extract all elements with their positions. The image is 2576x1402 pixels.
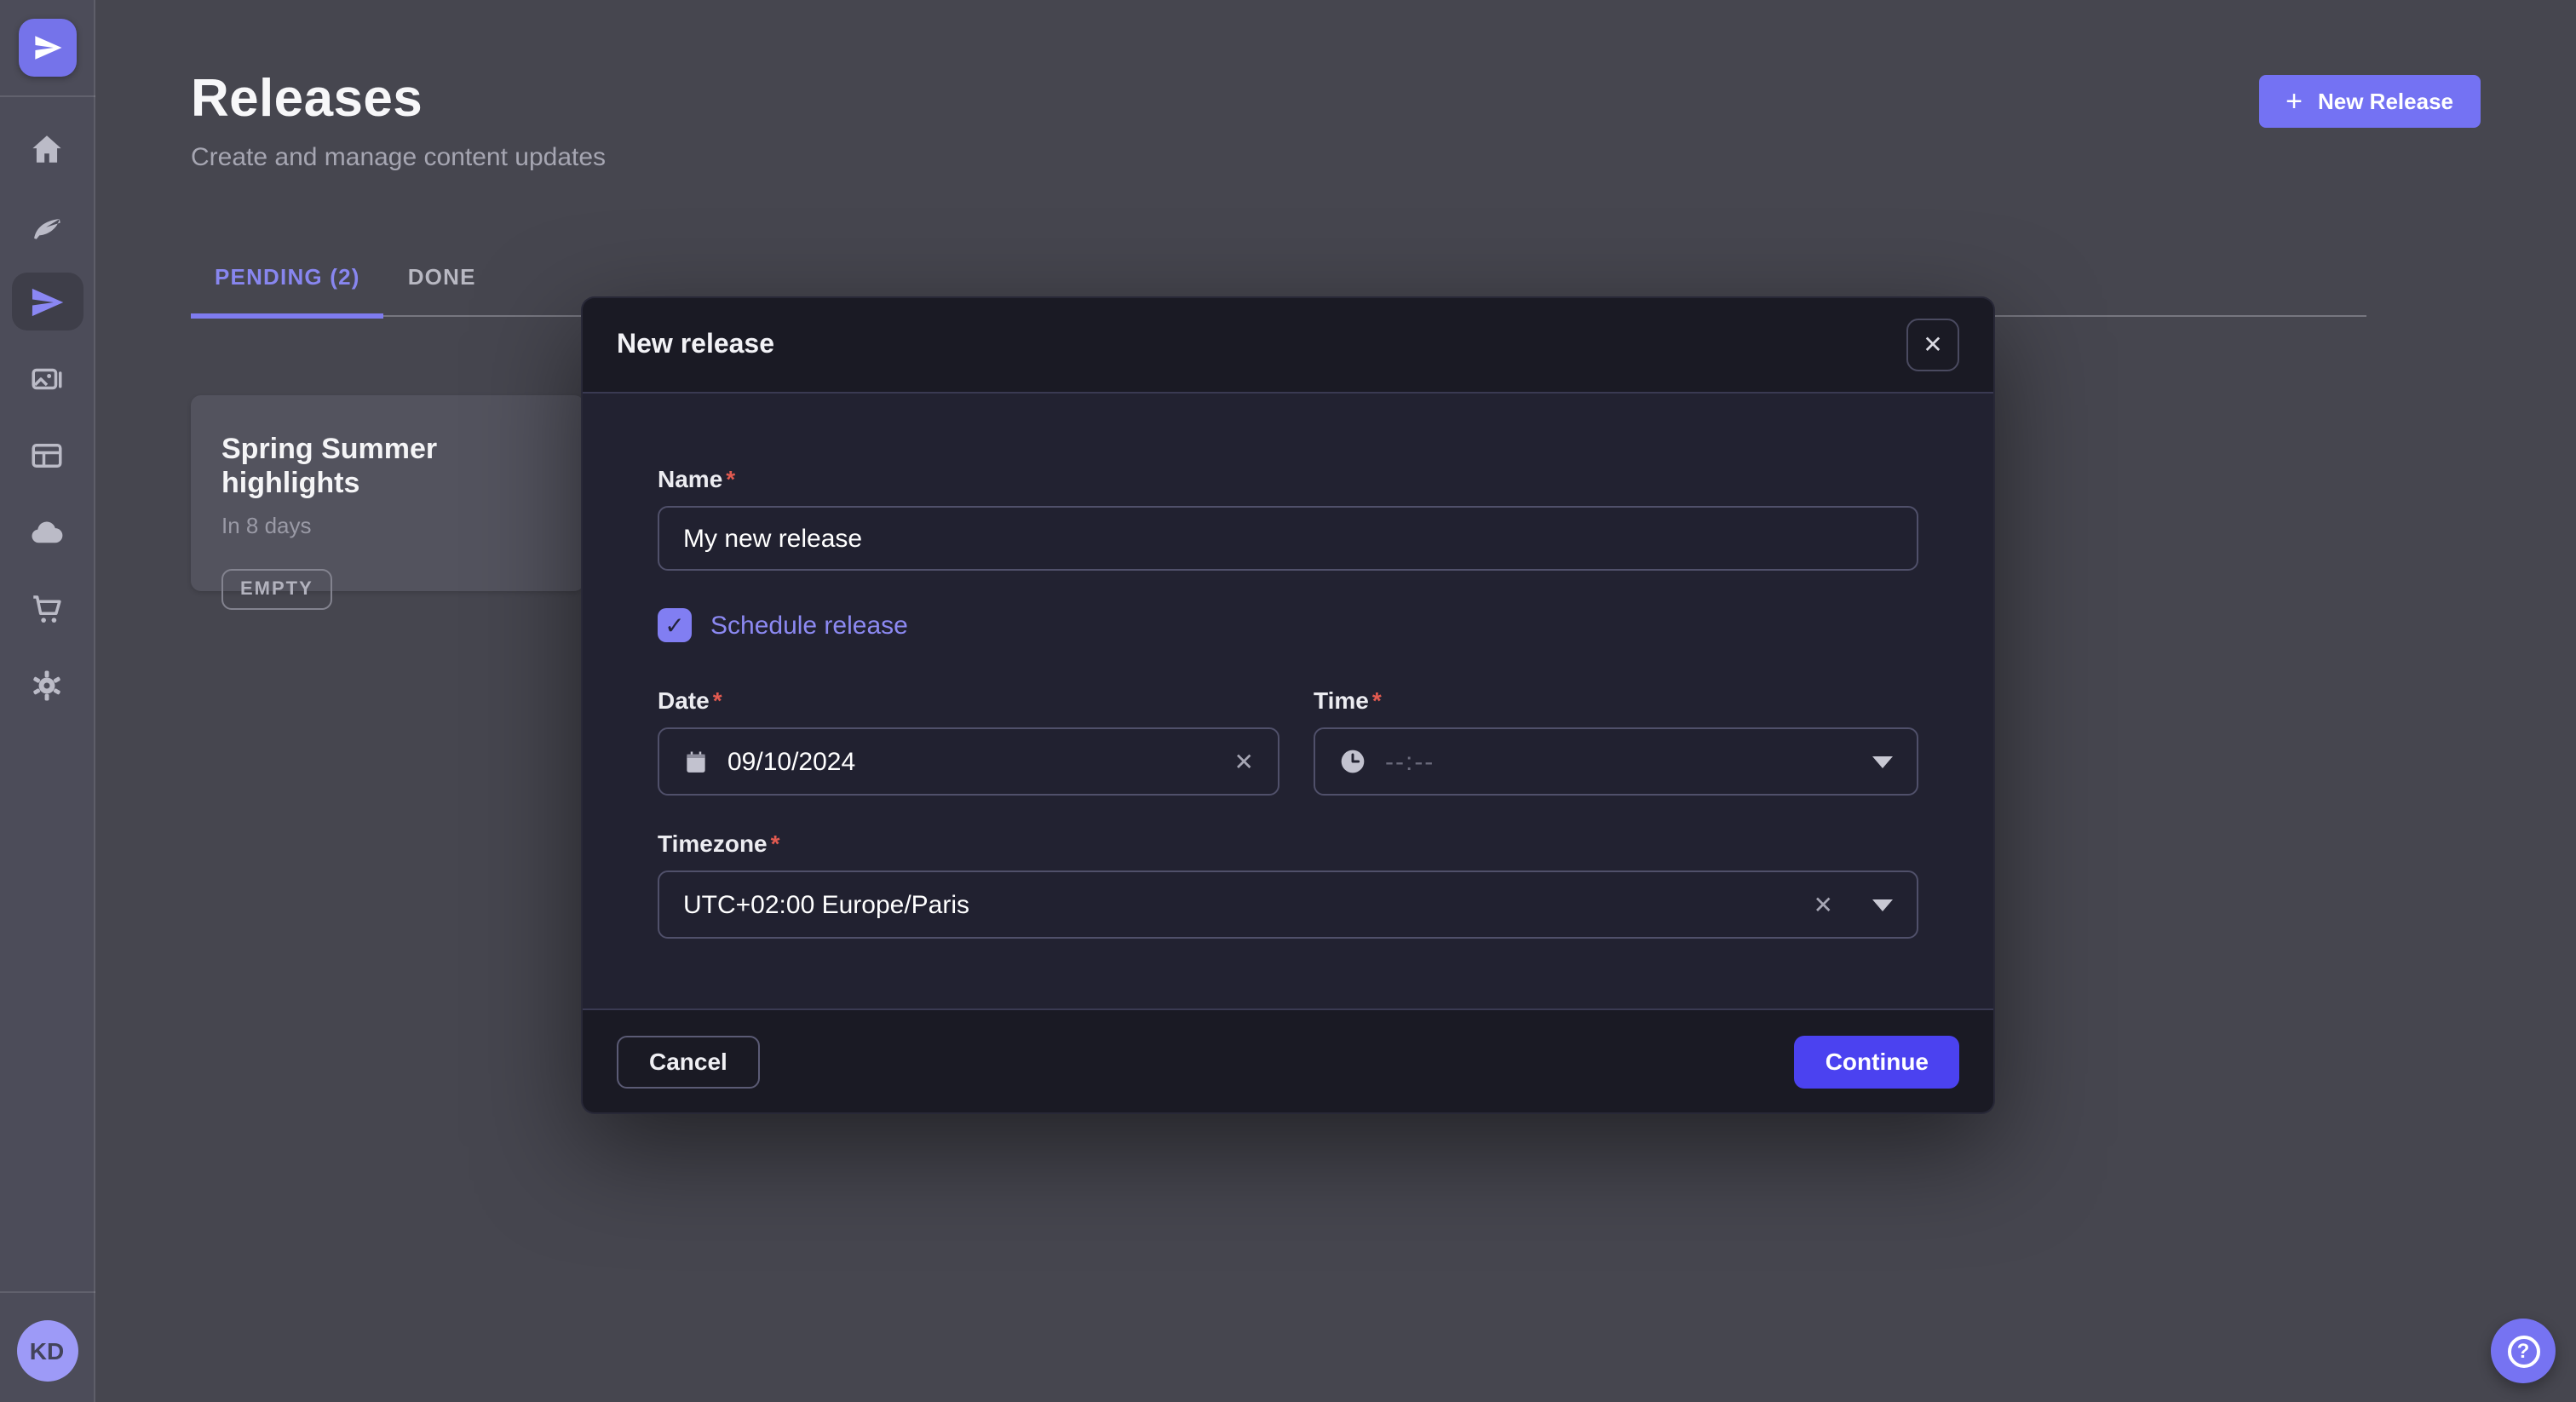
required-mark: * [713, 687, 722, 714]
cloud-icon [29, 514, 65, 549]
chevron-down-icon[interactable] [1872, 756, 1893, 767]
release-card-title: Spring Summer highlights [221, 433, 554, 501]
schedule-checkbox[interactable]: ✓ [658, 608, 692, 642]
page-title: Releases [191, 68, 423, 129]
sidebar-nav [0, 119, 94, 733]
sidebar-item-settings[interactable] [11, 656, 83, 714]
calendar-icon [683, 749, 709, 774]
close-icon: ✕ [1923, 330, 1942, 359]
user-avatar[interactable]: KD [16, 1320, 78, 1382]
sidebar-item-media[interactable] [11, 349, 83, 407]
date-time-row: Date* 09/10/2024 ✕ Time* [658, 687, 1918, 796]
gear-icon [29, 667, 65, 703]
sidebar: KD [0, 0, 95, 1402]
modal-header: New release ✕ [583, 298, 1993, 394]
tab-done[interactable]: DONE [384, 264, 500, 319]
date-picker-field[interactable]: 09/10/2024 ✕ [658, 727, 1279, 796]
tab-pending[interactable]: PENDING (2) [191, 264, 384, 319]
app-window: KD Releases Create and manage content up… [0, 0, 2576, 1402]
release-card[interactable]: Spring Summer highlights In 8 days EMPTY [191, 395, 584, 591]
images-icon [29, 360, 65, 396]
sidebar-item-home[interactable] [11, 119, 83, 177]
name-input[interactable] [658, 506, 1918, 571]
required-mark: * [771, 830, 780, 857]
sidebar-bottom: KD [0, 1291, 94, 1402]
sidebar-item-shop[interactable] [11, 579, 83, 637]
date-label-text: Date [658, 687, 710, 714]
timezone-value: UTC+02:00 Europe/Paris [683, 890, 969, 919]
chevron-down-icon[interactable] [1872, 899, 1893, 911]
continue-button[interactable]: Continue [1795, 1035, 1959, 1088]
send-icon [29, 284, 65, 319]
page-subtitle: Create and manage content updates [191, 143, 606, 172]
clear-timezone-icon[interactable]: ✕ [1814, 893, 1833, 916]
new-release-button[interactable]: + New Release [2258, 75, 2481, 128]
layout-icon [29, 437, 65, 473]
schedule-checkbox-label: Schedule release [710, 611, 908, 640]
date-value: 09/10/2024 [727, 747, 855, 776]
sidebar-item-content[interactable] [11, 196, 83, 254]
name-label: Name* [658, 465, 1918, 492]
app-logo[interactable] [18, 19, 76, 77]
sidebar-item-pages[interactable] [11, 426, 83, 484]
question-mark-icon: ? [2507, 1335, 2539, 1367]
sidebar-divider [0, 1291, 95, 1293]
feather-icon [29, 207, 65, 243]
required-mark: * [1372, 687, 1382, 714]
modal-body: Name* ✓ Schedule release Date* 09/10/202 [583, 394, 1993, 1008]
date-column: Date* 09/10/2024 ✕ [658, 687, 1279, 796]
timezone-select-field[interactable]: UTC+02:00 Europe/Paris ✕ [658, 871, 1918, 939]
time-select-field[interactable]: --:-- [1314, 727, 1918, 796]
modal-close-button[interactable]: ✕ [1906, 319, 1959, 371]
send-icon [32, 32, 62, 63]
help-button[interactable]: ? [2491, 1319, 2556, 1383]
timezone-label-text: Timezone [658, 830, 768, 857]
time-placeholder: --:-- [1385, 747, 1435, 776]
sidebar-item-cloud[interactable] [11, 503, 83, 560]
cancel-button[interactable]: Cancel [617, 1035, 760, 1088]
new-release-button-label: New Release [2318, 89, 2453, 114]
schedule-release-toggle[interactable]: ✓ Schedule release [658, 608, 1918, 642]
plus-icon: + [2286, 86, 2303, 115]
name-label-text: Name [658, 465, 722, 492]
time-label-text: Time [1314, 687, 1369, 714]
required-mark: * [726, 465, 735, 492]
new-release-modal: New release ✕ Name* ✓ Schedule release D… [581, 296, 1995, 1114]
modal-footer: Cancel Continue [583, 1008, 1993, 1112]
release-card-status-badge: EMPTY [221, 569, 332, 610]
release-card-due: In 8 days [221, 513, 554, 538]
date-label: Date* [658, 687, 1279, 714]
time-label: Time* [1314, 687, 1918, 714]
sidebar-item-releases[interactable] [11, 273, 83, 330]
modal-title: New release [617, 330, 774, 360]
timezone-label: Timezone* [658, 830, 1918, 857]
time-column: Time* --:-- [1314, 687, 1918, 796]
cart-icon [29, 590, 65, 626]
clear-date-icon[interactable]: ✕ [1234, 750, 1254, 773]
sidebar-divider [0, 95, 95, 97]
home-icon [29, 130, 65, 166]
clock-icon [1339, 748, 1366, 775]
